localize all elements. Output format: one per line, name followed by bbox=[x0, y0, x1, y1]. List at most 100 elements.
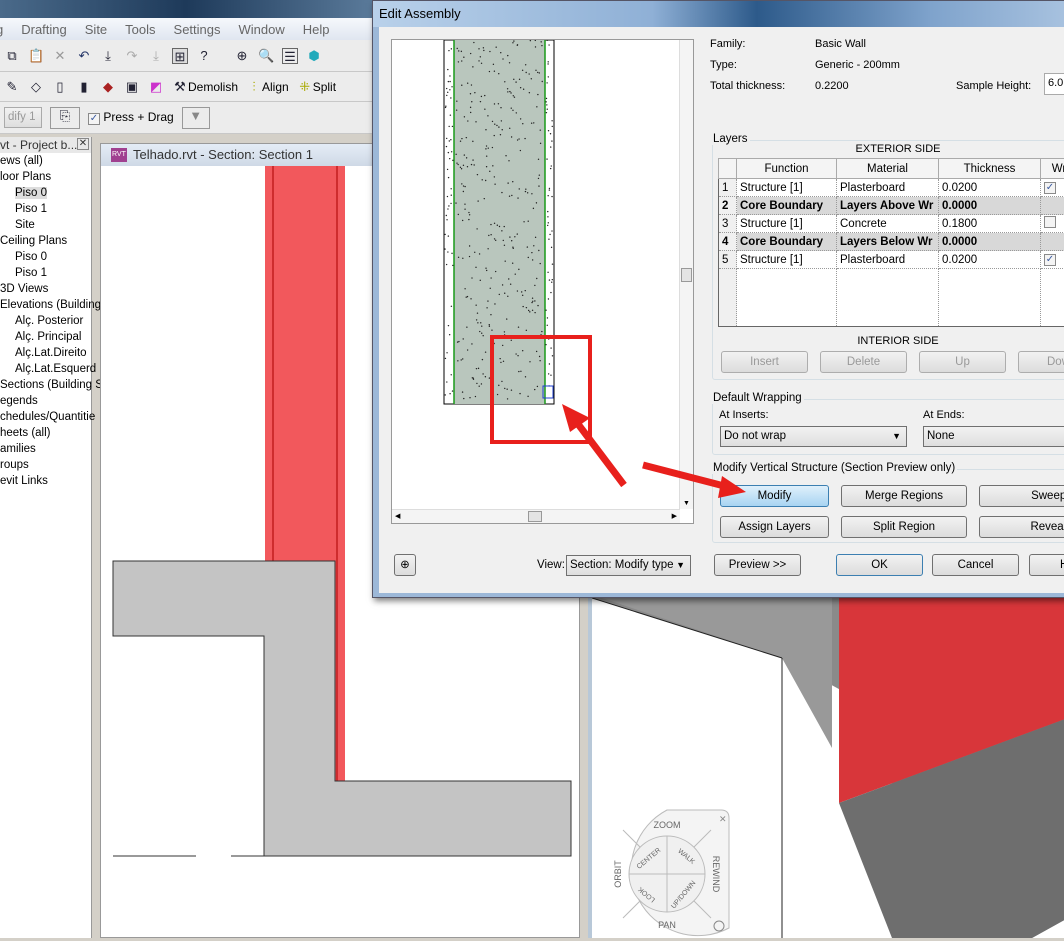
insert-button[interactable]: Insert bbox=[721, 351, 808, 373]
sample-height-input[interactable]: 6.0 bbox=[1044, 73, 1064, 95]
menu-window[interactable]: Window bbox=[239, 22, 285, 37]
tree-item[interactable]: Sections (Building S bbox=[0, 377, 91, 393]
align-button[interactable]: ⫶Align bbox=[246, 79, 289, 95]
at-inserts-select[interactable]: Do not wrap▼ bbox=[720, 426, 907, 447]
close-icon[interactable]: ✕ bbox=[719, 814, 727, 824]
preview-button[interactable]: Preview >> bbox=[714, 554, 801, 576]
zoom-label[interactable]: ZOOM bbox=[654, 820, 681, 830]
tree-item[interactable]: evit Links bbox=[0, 473, 91, 489]
cancel-button[interactable]: Cancel bbox=[932, 554, 1019, 576]
cut-icon[interactable]: ◩ bbox=[148, 79, 164, 95]
horizontal-scrollbar[interactable]: ◀▶ bbox=[392, 509, 680, 523]
layer-row[interactable]: 2Core BoundaryLayers Above Wr0.0000 bbox=[719, 197, 1064, 215]
view-select[interactable]: Section: Modify type▼ bbox=[566, 555, 691, 576]
layers-table[interactable]: FunctionMaterialThicknessWr 1Structure [… bbox=[718, 158, 1064, 327]
layer-material-cell[interactable]: Plasterboard bbox=[837, 251, 939, 269]
layer-thickness-cell[interactable]: 0.1800 bbox=[939, 215, 1041, 233]
ok-button[interactable]: OK bbox=[836, 554, 923, 576]
pan-label[interactable]: PAN bbox=[658, 920, 676, 930]
layer-row[interactable]: 1Structure [1]Plasterboard0.0200✓ bbox=[719, 179, 1064, 197]
split-region-button[interactable]: Split Region bbox=[841, 516, 967, 538]
up-button[interactable]: Up bbox=[919, 351, 1006, 373]
tree-item[interactable]: ews (all) bbox=[0, 153, 91, 169]
sweeps-button[interactable]: Sweeps bbox=[979, 485, 1064, 507]
help-button[interactable]: H bbox=[1029, 554, 1064, 576]
down-button[interactable]: Dow bbox=[1018, 351, 1064, 373]
delete-button[interactable]: Delete bbox=[820, 351, 907, 373]
layer-function-cell[interactable]: Structure [1] bbox=[737, 179, 837, 197]
layer-thickness-cell[interactable]: 0.0000 bbox=[939, 233, 1041, 251]
tree-item[interactable]: Piso 0 bbox=[0, 249, 91, 265]
copy-icon[interactable]: ⧉ bbox=[4, 48, 20, 64]
layer-thickness-cell[interactable]: 0.0200 bbox=[939, 251, 1041, 269]
tree-item[interactable]: amilies bbox=[0, 441, 91, 457]
col-wraps[interactable]: Wr bbox=[1041, 159, 1064, 179]
menu-item[interactable]: g bbox=[0, 22, 3, 37]
delete-icon[interactable]: ✕ bbox=[52, 48, 68, 64]
wraps-cell[interactable] bbox=[1041, 197, 1064, 215]
section-preview[interactable]: ▼ ◀▶ bbox=[391, 39, 694, 524]
tree-item[interactable]: chedules/Quantitie bbox=[0, 409, 91, 425]
steering-wheel[interactable]: ZOOM ORBIT REWIND PAN CENTER WALK LOOK U… bbox=[603, 808, 731, 938]
layer-function-cell[interactable]: Core Boundary bbox=[737, 197, 837, 215]
wall-icon[interactable]: ▣ bbox=[124, 79, 140, 95]
wraps-cell[interactable]: ✓ bbox=[1041, 179, 1064, 197]
paint-bucket-icon[interactable]: ◆ bbox=[100, 79, 116, 95]
merge-regions-button[interactable]: Merge Regions bbox=[841, 485, 967, 507]
eyedropper-icon[interactable]: ✎ bbox=[4, 79, 20, 95]
wraps-cell[interactable] bbox=[1041, 233, 1064, 251]
join-icon[interactable]: ▮ bbox=[76, 79, 92, 95]
menu-tools[interactable]: Tools bbox=[125, 22, 155, 37]
undo-icon[interactable]: ↶ bbox=[76, 48, 92, 64]
demolish-button[interactable]: ⚒Demolish bbox=[172, 79, 238, 95]
col-function[interactable]: Function bbox=[737, 159, 837, 179]
tree-item[interactable]: Piso 1 bbox=[0, 201, 91, 217]
layer-row[interactable]: 5Structure [1]Plasterboard0.0200✓ bbox=[719, 251, 1064, 269]
layer-row[interactable]: 4Core BoundaryLayers Below Wr0.0000 bbox=[719, 233, 1064, 251]
rewind-label[interactable]: REWIND bbox=[711, 856, 721, 893]
layer-thickness-cell[interactable]: 0.0200 bbox=[939, 179, 1041, 197]
properties-icon[interactable]: ⎘ bbox=[50, 107, 80, 129]
zoom-icon[interactable]: 🔍 bbox=[258, 48, 274, 64]
wraps-cell[interactable]: ✓ bbox=[1041, 251, 1064, 269]
thin-lines-icon[interactable]: ☰ bbox=[282, 48, 298, 64]
tree-item[interactable]: heets (all) bbox=[0, 425, 91, 441]
dropdown-icon[interactable]: ⤓ bbox=[100, 48, 116, 64]
steering-wheel-icon[interactable]: ⊕ bbox=[234, 48, 250, 64]
split-button[interactable]: ⁜Split bbox=[297, 79, 336, 95]
tree-item[interactable]: Alç. Posterior bbox=[0, 313, 91, 329]
redo-icon[interactable]: ↷ bbox=[124, 48, 140, 64]
layer-material-cell[interactable]: Plasterboard bbox=[837, 179, 939, 197]
layer-function-cell[interactable]: Core Boundary bbox=[737, 233, 837, 251]
wraps-checkbox[interactable]: ✓ bbox=[1044, 182, 1056, 194]
layer-function-cell[interactable]: Structure [1] bbox=[737, 215, 837, 233]
tree-item[interactable]: Alç.Lat.Esquerd bbox=[0, 361, 91, 377]
tree-item[interactable]: Alç. Principal bbox=[0, 329, 91, 345]
menu-settings[interactable]: Settings bbox=[174, 22, 221, 37]
tree-item[interactable]: Piso 0 bbox=[0, 185, 91, 201]
modify-select[interactable]: dify 1 bbox=[4, 107, 42, 128]
col-material[interactable]: Material bbox=[837, 159, 939, 179]
tree-item[interactable]: egends bbox=[0, 393, 91, 409]
close-icon[interactable]: ✕ bbox=[77, 138, 89, 150]
menu-help[interactable]: Help bbox=[303, 22, 330, 37]
tree-item[interactable]: Elevations (Building bbox=[0, 297, 91, 313]
layer-material-cell[interactable]: Layers Above Wr bbox=[837, 197, 939, 215]
wraps-cell[interactable] bbox=[1041, 215, 1064, 233]
layer-material-cell[interactable]: Layers Below Wr bbox=[837, 233, 939, 251]
menu-site[interactable]: Site bbox=[85, 22, 107, 37]
modify-button[interactable]: Modify bbox=[720, 485, 829, 507]
tree-item[interactable]: Alç.Lat.Direito bbox=[0, 345, 91, 361]
layer-thickness-cell[interactable]: 0.0000 bbox=[939, 197, 1041, 215]
assign-layers-button[interactable]: Assign Layers bbox=[720, 516, 829, 538]
paint-icon[interactable]: ◇ bbox=[28, 79, 44, 95]
wraps-checkbox[interactable]: ✓ bbox=[1044, 254, 1056, 266]
vertical-scrollbar[interactable]: ▼ bbox=[679, 40, 693, 509]
project-browser-icon[interactable]: ⊞ bbox=[172, 48, 188, 64]
layer-function-cell[interactable]: Structure [1] bbox=[737, 251, 837, 269]
orbit-label[interactable]: ORBIT bbox=[613, 860, 623, 888]
help-icon[interactable]: ? bbox=[196, 48, 212, 64]
layer-material-cell[interactable]: Concrete bbox=[837, 215, 939, 233]
at-ends-select[interactable]: None bbox=[923, 426, 1064, 447]
wraps-checkbox[interactable] bbox=[1044, 216, 1056, 228]
